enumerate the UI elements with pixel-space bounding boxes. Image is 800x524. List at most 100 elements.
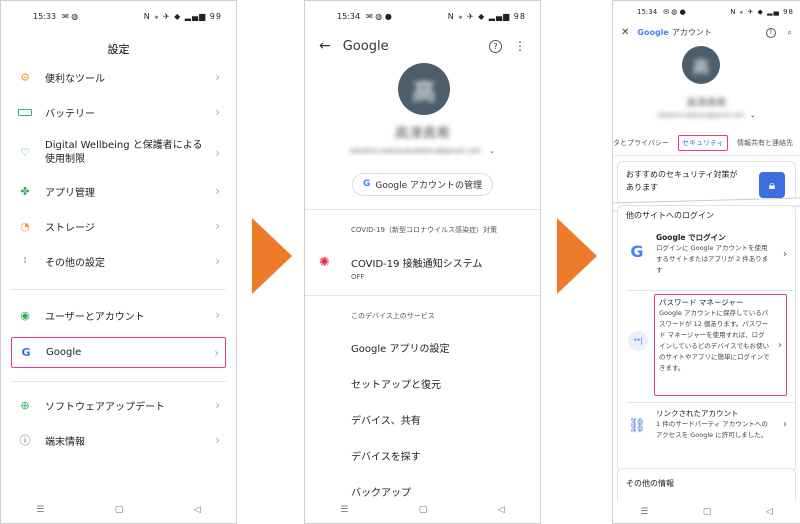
home-icon[interactable]: ▢ [419, 505, 428, 515]
back-arrow-icon[interactable]: ← [319, 38, 331, 54]
status-icons: N ⁎ ✈ ◆ ▂▄ 98 [730, 8, 794, 16]
covid-exposure-row[interactable]: ✺ COVID-19 接触通知システム OFF [319, 255, 540, 281]
login-section-header: 他のサイトへのログイン [626, 211, 714, 220]
chevron-right-icon: › [214, 345, 219, 360]
service-item-devices-sharing[interactable]: デバイス、共有 [305, 401, 540, 437]
tab-security[interactable]: セキュリティ [678, 135, 728, 151]
chevron-right-icon: › [215, 308, 220, 322]
link-icon: ⛓︎ [628, 418, 646, 434]
avatar[interactable]: 高 [682, 46, 720, 84]
status-time: 15:34 [337, 11, 361, 21]
notification-icons: ✉ ◍ [62, 11, 79, 21]
entry-description: ログインに Google アカウントを使用するサイトまたはアプリが 2 件ありま… [656, 244, 769, 274]
notification-icons: ✉ ◍ ● [366, 11, 392, 21]
divider [613, 155, 800, 156]
divider [11, 381, 226, 382]
back-icon[interactable]: ◁ [766, 507, 773, 517]
settings-item-battery[interactable]: バッテリー › [11, 96, 226, 128]
wellbeing-icon: ♡ [20, 146, 30, 159]
app-bar: ← Google ? ⋮ [305, 31, 540, 61]
account-email: takahiro.wakazukudekiru@gmail.com [349, 147, 481, 155]
manage-account-button[interactable]: G Google アカウントの管理 [352, 172, 493, 196]
settings-item-software-update[interactable]: ⊕ ソフトウェアアップデート › [11, 389, 226, 421]
password-manager-entry[interactable]: パスワード マネージャー Google アカウントに保存しているパスワードが 1… [654, 294, 787, 396]
divider [626, 402, 795, 403]
settings-item-label: Digital Wellbeing と保護者による使用制限 [45, 140, 203, 165]
menu-icon[interactable]: ☰ [340, 505, 348, 515]
apps-icon: ✤ [20, 184, 30, 198]
account-name: 高津真希 [394, 126, 451, 142]
divider [11, 289, 226, 290]
recommendation-title: おすすめのセキュリティ対策があります [626, 170, 738, 192]
avatar-initial: 高 [412, 77, 436, 106]
settings-item-device-info[interactable]: ⓘ 端末情報 › [11, 424, 226, 456]
divider [305, 209, 540, 210]
step-arrow-icon [557, 218, 597, 294]
sign-in-with-google-entry[interactable]: G Google でログイン ログインに Google アカウントを使用するサイ… [626, 232, 787, 276]
status-bar: 15:34 ✉ ◍ ● N ⁎ ✈ ◆ ▂▄▆ 98 [305, 1, 540, 31]
device-info-icon: ⓘ [19, 434, 31, 447]
menu-icon[interactable]: ☰ [36, 505, 44, 515]
storage-icon: ◔ [20, 219, 30, 233]
entry-title: リンクされたアカウント [656, 409, 739, 418]
chevron-right-icon: › [215, 184, 220, 198]
settings-item-tools[interactable]: ⚙ 便利なツール › [11, 61, 226, 93]
password-key-icon: **| [628, 331, 648, 351]
chevron-right-icon: › [783, 248, 787, 260]
back-icon[interactable]: ◁ [194, 505, 201, 515]
menu-icon[interactable]: ☰ [640, 507, 648, 517]
chevron-right-icon: › [215, 219, 220, 233]
service-item-google-apps[interactable]: Google アプリの設定 [305, 329, 540, 365]
settings-item-label: ストレージ [45, 222, 95, 234]
software-update-icon: ⊕ [20, 398, 30, 412]
nav-bar: ☰ ▢ ◁ [305, 497, 540, 523]
home-icon[interactable]: ▢ [115, 505, 124, 515]
avatar-initial: 高 [692, 57, 710, 78]
google-logo-icon: G [363, 179, 371, 189]
other-info-header: その他の情報 [626, 479, 674, 488]
notification-icons: ✉ ◍ ● [663, 8, 686, 16]
service-item-setup-restore[interactable]: セットアップと復元 [305, 365, 540, 401]
settings-item-users-accounts[interactable]: ◉ ユーザーとアカウント › [11, 299, 226, 331]
page-title: Google [342, 38, 389, 54]
help-icon[interactable]: ? [489, 39, 502, 53]
device-section-header: このデバイス上のサービス [351, 312, 435, 320]
home-icon[interactable]: ▢ [703, 507, 712, 517]
settings-item-other[interactable]: ⁞ その他の設定 › [11, 245, 226, 277]
status-time: 15:34 [637, 8, 658, 16]
settings-item-storage[interactable]: ◔ ストレージ › [11, 210, 226, 242]
more-options-icon[interactable]: ⋮ [514, 39, 526, 53]
service-item-find-device[interactable]: デバイスを探す [305, 437, 540, 473]
tab-privacy[interactable]: タとプライバシー [613, 138, 669, 148]
chevron-right-icon: › [215, 70, 220, 84]
account-name: 高津真希 [686, 98, 727, 109]
settings-item-google[interactable]: G Google › [11, 337, 226, 368]
settings-item-label: 端末情報 [45, 436, 85, 448]
settings-item-label: ユーザーとアカウント [45, 311, 145, 323]
chevron-right-icon: › [215, 433, 220, 447]
avatar[interactable]: 高 [398, 63, 450, 115]
entry-title: Google でログイン [656, 233, 726, 242]
google-phone-screen: 15:34 ✉ ◍ ● N ⁎ ✈ ◆ ▂▄▆ 98 ← Google ? ⋮ … [304, 0, 541, 524]
chevron-right-icon: › [215, 146, 220, 160]
account-email: takahiro.wakazu@gmail.com [657, 112, 745, 119]
search-icon[interactable]: ⌕ [788, 28, 792, 38]
account-email-row[interactable]: takahiro.wakazukudekiru@gmail.com ⌄ [305, 147, 540, 155]
back-icon[interactable]: ◁ [498, 505, 505, 515]
entry-title: パスワード マネージャー [659, 298, 744, 307]
account-email-row[interactable]: takahiro.wakazu@gmail.com ⌄ [613, 112, 800, 119]
nav-bar: ☰ ▢ ◁ [613, 501, 800, 523]
account-app-bar: ✕ Google アカウント ? ⌕ [621, 27, 792, 38]
manage-button-label: Google アカウントの管理 [375, 180, 482, 191]
close-icon[interactable]: ✕ [621, 27, 629, 38]
google-wordmark: Google [637, 28, 669, 37]
linked-accounts-entry[interactable]: ⛓︎ リンクされたアカウント 1 件のサードパーティ アカウントへのアクセスを … [626, 408, 787, 441]
status-icons: N ⁎ ✈ ◆ ▂▄▆ 99 [143, 11, 222, 21]
settings-item-wellbeing[interactable]: ♡ Digital Wellbeing と保護者による使用制限 › [11, 135, 226, 171]
settings-item-apps[interactable]: ✤ アプリ管理 › [11, 175, 226, 207]
tab-sharing[interactable]: 情報共有と連絡先 [737, 138, 800, 148]
chevron-down-icon: ⌄ [489, 147, 496, 155]
help-icon[interactable]: ? [765, 27, 776, 38]
chevron-right-icon: › [215, 105, 220, 119]
chevron-right-icon: › [215, 398, 220, 412]
